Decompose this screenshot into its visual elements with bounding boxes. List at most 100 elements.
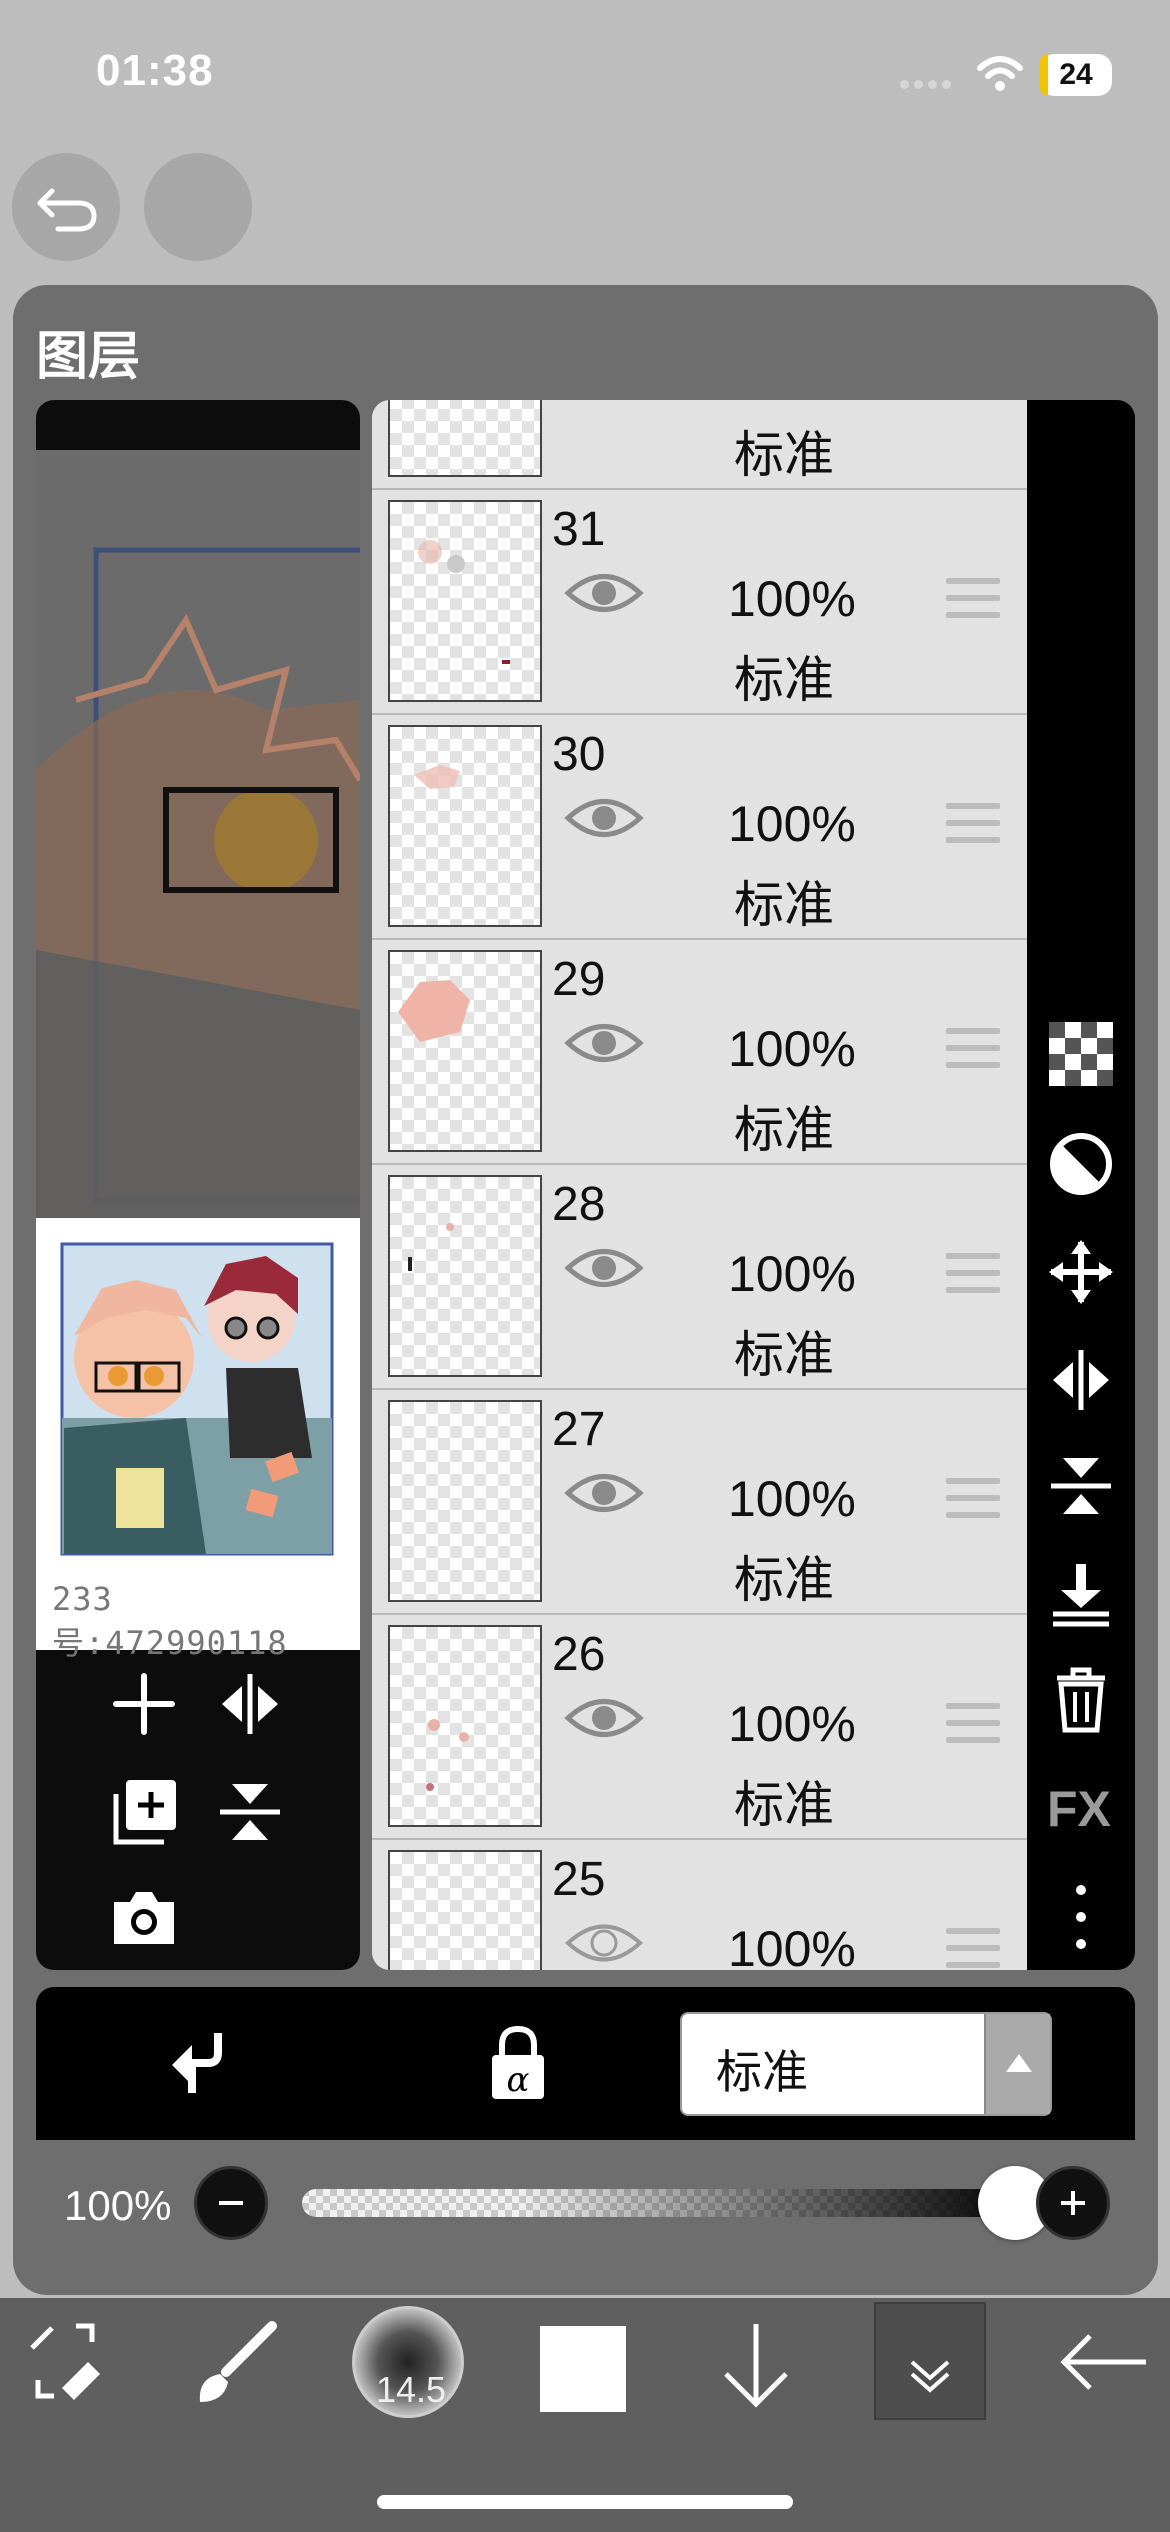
eye-icon[interactable] <box>564 1018 644 1068</box>
layer-row[interactable]: 30 100% 标准 <box>372 715 1027 940</box>
dropdown-arrow-icon[interactable] <box>984 2014 1050 2114</box>
blend-mode-select[interactable]: 标准 <box>680 2012 1052 2116</box>
camera-icon[interactable] <box>108 1886 180 1948</box>
plus-icon <box>1061 2191 1085 2215</box>
layer-thumbnail <box>388 1400 542 1602</box>
opacity-decrease-button[interactable] <box>194 2166 268 2240</box>
chevron-down-double-icon <box>910 2360 950 2393</box>
transparency-icon[interactable] <box>1049 1022 1113 1086</box>
brush-size-value: 14.5 <box>375 2369 447 2410</box>
layer-opacity: 100% <box>728 571 856 627</box>
canvas-thumbnail[interactable]: 233号:472990118 <box>36 1218 360 1662</box>
add-layer-icon[interactable] <box>108 1668 180 1740</box>
undo-icon <box>37 188 97 232</box>
opacity-control: 100% <box>36 2140 1135 2272</box>
opacity-value: 100% <box>64 2182 172 2229</box>
layer-number: 29 <box>552 953 606 1006</box>
layer-row[interactable]: 25 100% <box>372 1840 1027 1970</box>
signal-dot <box>900 80 909 89</box>
layer-thumbnail <box>388 1850 542 1970</box>
opacity-increase-button[interactable] <box>1036 2166 1110 2240</box>
eye-icon[interactable] <box>564 1243 644 1293</box>
layer-opacity: 100% <box>728 1471 856 1527</box>
wifi-icon <box>977 56 1023 91</box>
layer-number: 27 <box>552 1403 606 1456</box>
color-swatch[interactable] <box>540 2326 626 2412</box>
merge-vertical-icon[interactable] <box>214 1776 286 1848</box>
status-time: 01:38 <box>96 46 214 95</box>
layer-blend-mode: 标准 <box>734 652 834 708</box>
status-indicators: 24 <box>900 44 1130 104</box>
eye-icon[interactable] <box>564 568 644 618</box>
drag-handle-icon[interactable] <box>946 1028 1000 1079</box>
layer-blend-mode: 标准 <box>734 1552 834 1608</box>
drag-handle-icon[interactable] <box>946 1928 1000 1970</box>
arrow-down-icon[interactable] <box>716 2318 796 2414</box>
redo-button[interactable] <box>144 153 252 261</box>
layer-row[interactable]: 26 100% 标准 <box>372 1615 1027 1840</box>
layer-number: 26 <box>552 1628 606 1681</box>
layer-opacity: 100% <box>728 1246 856 1302</box>
battery-indicator: 24 <box>1040 54 1112 96</box>
layer-list[interactable]: 标准 31 100% 标准 30 100% 标准 29 100% 标准 28 1… <box>372 400 1027 1970</box>
more-options-icon[interactable] <box>1071 1882 1091 1952</box>
blend-mode-value: 标准 <box>716 2046 808 2098</box>
eye-icon[interactable] <box>564 793 644 843</box>
drag-handle-icon[interactable] <box>946 1478 1000 1529</box>
layer-number: 31 <box>552 503 606 556</box>
layer-blend-mode: 标准 <box>734 1327 834 1383</box>
eye-icon[interactable] <box>564 1693 644 1743</box>
layer-opacity: 100% <box>728 1696 856 1752</box>
layer-blend-mode: 标准 <box>734 1777 834 1833</box>
flip-layer-horizontal-icon[interactable] <box>1047 1346 1115 1414</box>
layer-number: 25 <box>552 1853 606 1906</box>
layer-number: 28 <box>552 1178 606 1231</box>
transform-tool-icon[interactable] <box>22 2318 108 2404</box>
layer-opacity: 100% <box>728 1021 856 1077</box>
layer-row[interactable]: 29 100% 标准 <box>372 940 1027 1165</box>
minus-icon <box>219 2201 243 2205</box>
signal-dot <box>914 80 923 89</box>
panel-title: 图层 <box>36 328 141 386</box>
layer-row[interactable]: 27 100% 标准 <box>372 1390 1027 1615</box>
drag-handle-icon[interactable] <box>946 578 1000 629</box>
layer-thumbnail <box>388 950 542 1152</box>
drag-handle-icon[interactable] <box>946 1253 1000 1304</box>
canvas-artwork <box>36 450 360 1268</box>
layer-thumbnail <box>388 1625 542 1827</box>
drag-handle-icon[interactable] <box>946 803 1000 854</box>
opacity-slider[interactable] <box>302 2189 1022 2217</box>
flip-layer-vertical-icon[interactable] <box>1047 1452 1115 1520</box>
svg-text:α: α <box>507 2060 530 2100</box>
flip-horizontal-icon[interactable] <box>214 1668 286 1740</box>
brush-size-button[interactable]: 14.5 <box>352 2306 464 2418</box>
move-icon[interactable] <box>1047 1238 1115 1306</box>
layers-toggle-button[interactable] <box>874 2302 986 2420</box>
eye-icon[interactable] <box>564 1468 644 1518</box>
signal-dot <box>942 80 951 89</box>
merge-down-icon[interactable] <box>1047 1560 1115 1628</box>
drag-handle-icon[interactable] <box>946 1703 1000 1754</box>
layer-tools-bar: FX <box>1027 400 1135 1970</box>
eye-hidden-icon[interactable] <box>564 1918 644 1968</box>
alpha-lock-icon[interactable]: α <box>486 2023 550 2103</box>
blend-mode-bar: α 标准 <box>36 1987 1135 2140</box>
home-indicator <box>377 2495 793 2509</box>
layer-opacity: 100% <box>728 1921 856 1970</box>
clipping-arrow-icon[interactable] <box>166 2027 226 2099</box>
layer-thumbnail <box>388 725 542 927</box>
layer-blend-mode: 标准 <box>734 877 834 933</box>
brush-tool-icon[interactable] <box>190 2318 280 2408</box>
layer-row[interactable]: 28 100% 标准 <box>372 1165 1027 1390</box>
fx-button[interactable]: FX <box>1047 1780 1111 1838</box>
duplicate-layer-icon[interactable] <box>108 1776 180 1848</box>
layer-thumbnail <box>388 1175 542 1377</box>
clipping-mask-icon[interactable] <box>1047 1130 1115 1198</box>
signal-dot <box>928 80 937 89</box>
layer-row[interactable]: 标准 <box>372 400 1027 490</box>
layer-row[interactable]: 31 100% 标准 <box>372 490 1027 715</box>
canvas-preview[interactable] <box>36 400 360 1970</box>
undo-button[interactable] <box>12 153 120 261</box>
back-arrow-icon[interactable] <box>1056 2332 1152 2392</box>
trash-icon[interactable] <box>1049 1666 1113 1734</box>
